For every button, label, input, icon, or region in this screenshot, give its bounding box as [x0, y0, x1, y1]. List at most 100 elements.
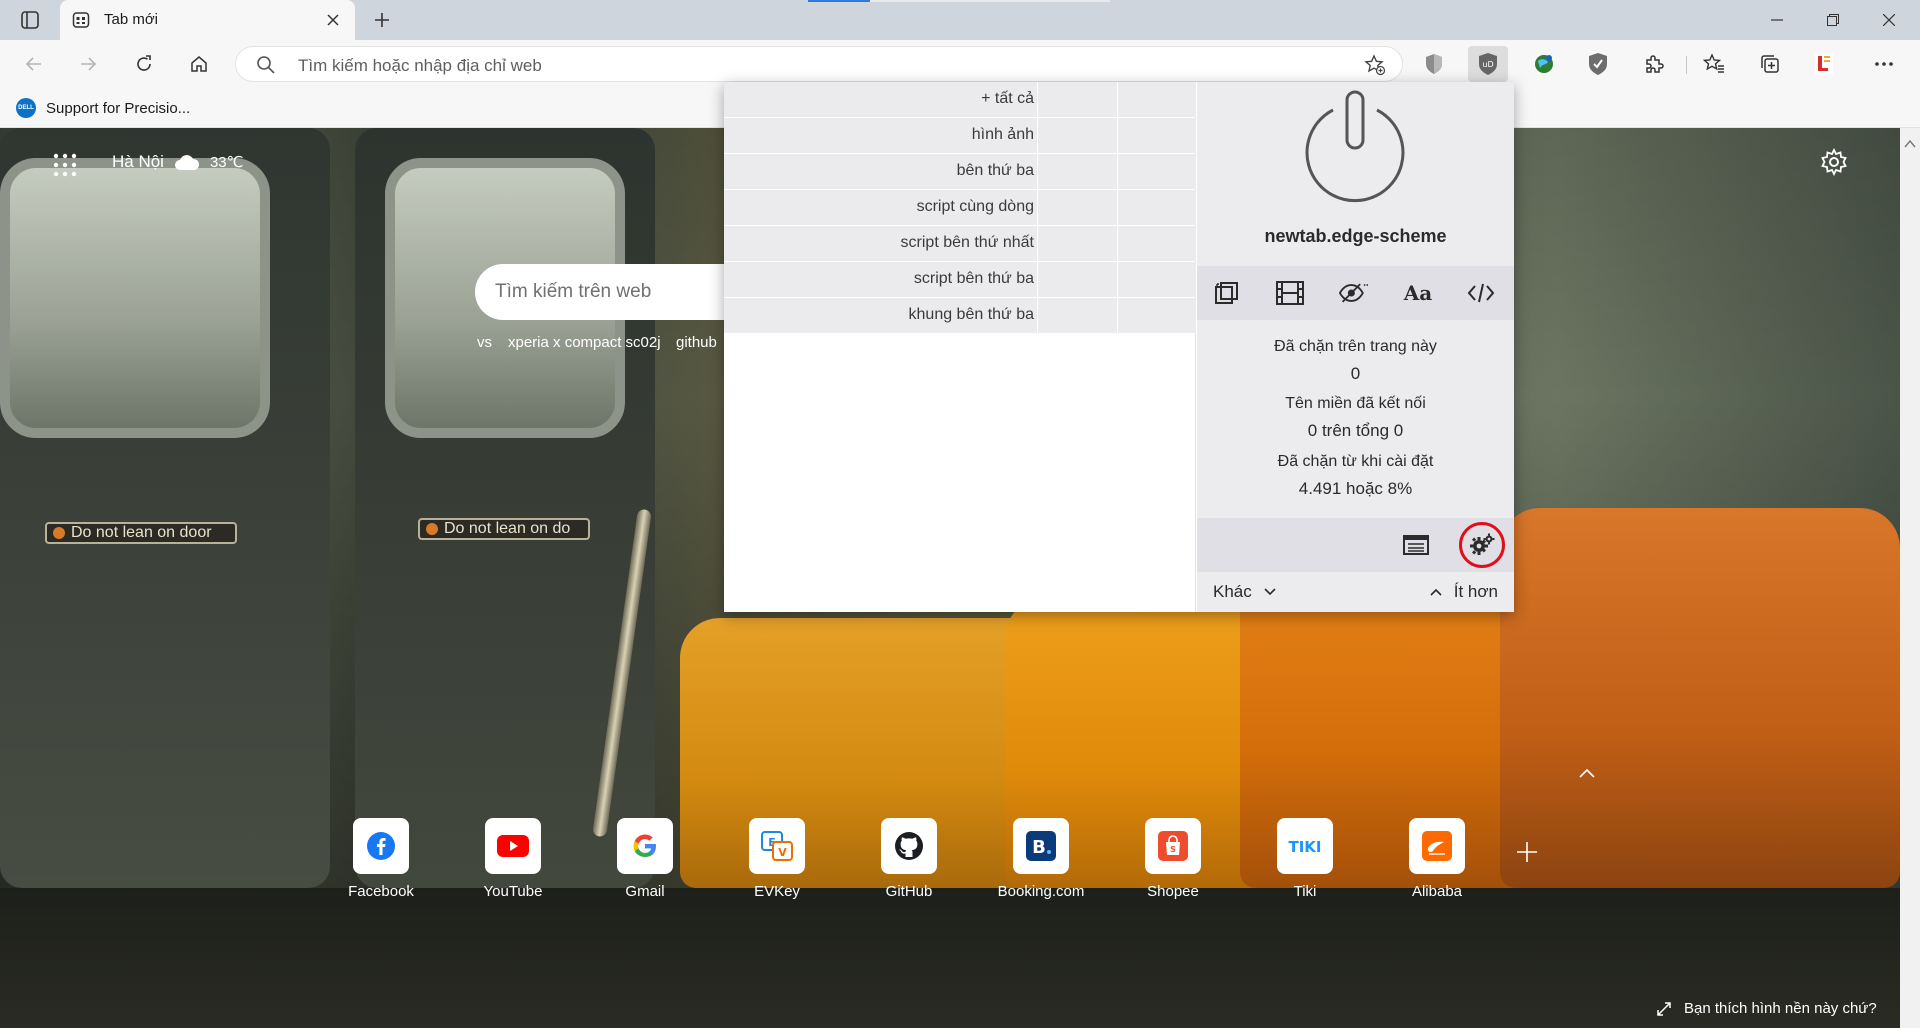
search-suggestion[interactable]: xperia x compact sc02j	[508, 334, 661, 351]
firewall-row-label: script bên thứ ba	[913, 270, 1034, 287]
address-bar[interactable]: Tìm kiếm hoặc nhập địa chỉ web	[235, 46, 1403, 82]
quicklink-label: YouTube	[483, 883, 543, 900]
power-switch-icon[interactable]	[1295, 88, 1415, 208]
logger-list-icon[interactable]	[1401, 530, 1431, 560]
gears-icon	[1470, 533, 1495, 555]
popup-blocking-icon[interactable]	[1212, 278, 1242, 308]
firewall-global-cell[interactable]	[1117, 262, 1196, 297]
background-sign-left: Do not lean on door	[45, 522, 237, 544]
close-window-button[interactable]	[1862, 0, 1916, 40]
more-toggle[interactable]: Khác	[1213, 582, 1276, 602]
settings-more-icon[interactable]	[1864, 46, 1904, 82]
quicklink-gmail[interactable]: Gmail	[579, 818, 711, 900]
javascript-code-icon[interactable]	[1466, 278, 1496, 308]
quicklink-facebook[interactable]: Facebook	[315, 818, 447, 900]
new-tab-button[interactable]	[370, 9, 394, 31]
less-toggle[interactable]: Ít hơn	[1430, 582, 1498, 602]
dashboard-settings-button[interactable]	[1459, 522, 1505, 568]
firewall-local-cell[interactable]	[1037, 190, 1117, 225]
home-button[interactable]	[181, 46, 217, 82]
more-label: Khác	[1213, 582, 1252, 601]
booking-icon: B	[1026, 831, 1056, 861]
search-suggestion[interactable]: github	[676, 334, 717, 351]
background-feedback-link[interactable]: Bạn thích hình nền này chứ?	[1656, 1000, 1877, 1017]
favorite-support-link[interactable]: DELL Support for Precisio...	[16, 96, 190, 120]
quicklink-label: Booking.com	[997, 883, 1085, 900]
remote-fonts-icon[interactable]: Aa	[1403, 278, 1433, 308]
quicklink-shopee[interactable]: S Shopee	[1107, 818, 1239, 900]
quicklink-alibaba[interactable]: Alibaba	[1371, 818, 1503, 900]
favorite-label: Support for Precisio...	[46, 99, 191, 117]
firewall-local-cell[interactable]	[1037, 118, 1117, 153]
firewall-global-cell[interactable]	[1117, 154, 1196, 189]
scroll-up-arrow-icon[interactable]	[1904, 136, 1916, 148]
quicklink-evkey[interactable]: EV EVKey	[711, 818, 843, 900]
apps-launcher-icon[interactable]	[50, 150, 80, 180]
tab-actions-icon[interactable]	[18, 9, 42, 31]
add-favorite-icon[interactable]	[1364, 54, 1386, 76]
quicklink-booking[interactable]: B Booking.com	[975, 818, 1107, 900]
collections-icon[interactable]	[1750, 46, 1790, 82]
firewall-local-cell[interactable]	[1037, 226, 1117, 261]
extensions-puzzle-icon[interactable]	[1634, 46, 1674, 82]
address-input[interactable]: Tìm kiếm hoặc nhập địa chỉ web	[298, 56, 542, 76]
firewall-global-cell[interactable]	[1117, 118, 1196, 153]
domains-connected-label: Tên miền đã kết nối	[1285, 395, 1426, 412]
weather-city: Hà Nội	[112, 152, 164, 171]
firewall-row-label: khung bên thứ ba	[908, 306, 1034, 323]
collapse-chevron-up-icon[interactable]	[1578, 766, 1596, 778]
media-blocking-film-icon[interactable]	[1275, 278, 1305, 308]
facebook-icon	[367, 832, 395, 860]
favorites-icon[interactable]	[1694, 46, 1734, 82]
google-icon	[633, 834, 656, 857]
chevron-up-icon	[1430, 588, 1442, 596]
quicklink-github[interactable]: GitHub	[843, 818, 975, 900]
minimize-button[interactable]	[1750, 0, 1804, 40]
quicklink-label: Shopee	[1147, 883, 1199, 900]
firewall-global-cell[interactable]	[1117, 190, 1196, 225]
toolbar: Tìm kiếm hoặc nhập địa chỉ web uD	[0, 40, 1920, 88]
background-seat-4	[1500, 508, 1900, 888]
firewall-global-cell[interactable]	[1117, 82, 1196, 117]
firewall-local-cell[interactable]	[1037, 298, 1117, 333]
active-tab[interactable]: Tab mới	[60, 0, 355, 40]
dell-logo-icon: DELL	[16, 98, 36, 118]
quicklink-youtube[interactable]: YouTube	[447, 818, 579, 900]
firewall-local-cell[interactable]	[1037, 154, 1117, 189]
search-suggestion[interactable]: vs	[477, 334, 492, 351]
tab-title: Tab mới	[104, 11, 159, 28]
expand-icon	[1657, 1001, 1671, 1016]
refresh-icon	[137, 55, 151, 71]
ublock-origin-icon[interactable]: uD	[1468, 46, 1508, 82]
back-button[interactable]	[16, 46, 52, 82]
quicklink-label: Alibaba	[1411, 883, 1463, 900]
firewall-local-cell[interactable]	[1037, 82, 1117, 117]
page-scrollbar[interactable]	[1900, 128, 1920, 1028]
add-quicklink-plus-icon[interactable]	[1515, 840, 1539, 864]
tab-close-icon[interactable]	[323, 10, 343, 30]
refresh-button[interactable]	[126, 46, 162, 82]
globe-extension-icon[interactable]	[1524, 46, 1564, 82]
restore-button[interactable]	[1806, 0, 1860, 40]
tracking-prevention-icon[interactable]	[1414, 46, 1454, 82]
more-less-row: Khác Ít hơn	[1197, 572, 1514, 612]
profile-avatar-icon[interactable]	[1804, 46, 1844, 82]
forward-button[interactable]	[70, 46, 106, 82]
web-search-input[interactable]: Tìm kiếm trên web	[495, 281, 651, 303]
title-bar: Tab mới	[0, 0, 1920, 40]
restore-icon	[1827, 14, 1839, 26]
cosmetic-filtering-eye-icon[interactable]	[1339, 278, 1369, 308]
firewall-row: script bên thứ ba	[724, 262, 1196, 297]
web-search-box[interactable]: Tìm kiếm trên web	[475, 264, 735, 320]
firewall-global-cell[interactable]	[1117, 298, 1196, 333]
home-icon	[191, 56, 207, 72]
page-settings-icon[interactable]	[1820, 147, 1850, 178]
quicklink-tiki[interactable]: TIKI Tiki	[1239, 818, 1371, 900]
quick-links: Facebook YouTube Gmail EV EVKey GitHub B…	[315, 818, 1537, 908]
weather-widget[interactable]: Hà Nội 33℃	[112, 152, 244, 172]
firewall-global-cell[interactable]	[1117, 226, 1196, 261]
blocked-on-page-value: 0	[1350, 364, 1361, 383]
firewall-local-cell[interactable]	[1037, 262, 1117, 297]
tiki-icon: TIKI	[1288, 838, 1321, 856]
shield-extension-icon[interactable]	[1578, 46, 1618, 82]
